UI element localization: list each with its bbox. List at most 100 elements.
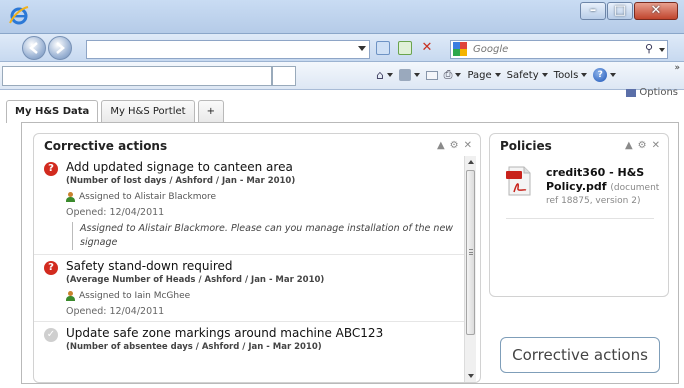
tools-menu[interactable]: Tools (554, 70, 588, 81)
safety-menu-label: Safety (506, 69, 539, 81)
more-commands-icon[interactable]: » (674, 63, 680, 73)
assigned-to-label: Assigned to Alistair Blackmore (79, 192, 217, 202)
portal-tabs: My H&S Data My H&S Portlet + (6, 100, 227, 123)
check-status-icon: ✓ (44, 328, 58, 342)
question-status-icon: ? (44, 261, 58, 275)
mail-icon (425, 70, 438, 80)
minimize-icon: – (589, 3, 597, 18)
chevron-down-icon (610, 73, 617, 77)
pdf-file-icon (506, 166, 531, 196)
address-dropdown-icon[interactable] (358, 46, 366, 51)
person-icon (66, 291, 75, 301)
tab-my-hs-data[interactable]: My H&S Data (6, 100, 99, 123)
opened-date: Opened: 12/04/2011 (66, 306, 165, 317)
internet-explorer-icon (9, 6, 29, 25)
address-actions: ✕ (376, 41, 434, 55)
assigned-to: Assigned to Iain McGhee (66, 291, 458, 301)
list-item[interactable]: ✓ Update safe zone markings around machi… (34, 322, 464, 357)
opened-date: Opened: 12/04/2011 (66, 207, 165, 218)
help-menu[interactable]: ? (593, 68, 617, 82)
page-menu-label: Page (467, 69, 492, 81)
maximize-button[interactable]: □ (607, 2, 633, 20)
google-icon (453, 42, 467, 56)
search-box[interactable]: ⚲ (450, 40, 668, 59)
browser-tab[interactable] (2, 66, 272, 86)
page-content: Options My H&S Data My H&S Portlet + Cor… (0, 87, 684, 388)
assigned-to-label: Assigned to Iain McGhee (79, 291, 191, 301)
minimize-button[interactable]: – (580, 2, 606, 20)
add-tab-button[interactable]: + (197, 100, 224, 122)
command-bar: ⌂ ⎙ Page Safety Tools ? » (0, 62, 684, 90)
person-icon (66, 192, 75, 202)
forward-arrow-icon (56, 42, 65, 54)
policies-panel: Policies ▲ ⚙ ✕ credit360 - H&S Policy.pd… (489, 133, 669, 297)
forward-button[interactable] (48, 36, 72, 60)
chevron-down-icon (455, 73, 462, 77)
chevron-down-icon (386, 73, 393, 77)
close-window-button[interactable]: ✕ (634, 2, 678, 20)
compatibility-view-icon[interactable] (376, 41, 390, 55)
scroll-down-icon[interactable] (468, 374, 474, 378)
tab-my-hs-portlet[interactable]: My H&S Portlet (101, 100, 195, 122)
search-options-dropdown-icon[interactable] (659, 48, 665, 52)
assigned-to: Assigned to Alistair Blackmore (66, 192, 458, 202)
collapse-icon[interactable]: ▲ (625, 140, 633, 152)
home-button[interactable]: ⌂ (376, 68, 393, 82)
safety-menu[interactable]: Safety (507, 70, 548, 81)
scroll-grip-icon (469, 249, 473, 255)
address-bar-row: ✕ ⚲ (0, 34, 684, 62)
scroll-up-icon[interactable] (468, 160, 474, 164)
action-title[interactable]: Add updated signage to canteen area (66, 160, 458, 175)
corrective-actions-list: ? Add updated signage to canteen area (N… (34, 156, 464, 382)
question-status-icon: ? (44, 162, 58, 176)
action-title[interactable]: Safety stand-down required (66, 259, 458, 274)
search-magnifier-icon[interactable]: ⚲ (645, 42, 653, 55)
tab-panel: Corrective actions ▲ ⚙ ✕ ? Add updated s… (21, 122, 679, 384)
chevron-down-icon (413, 73, 420, 77)
scrollbar-thumb[interactable] (466, 170, 475, 335)
policy-name[interactable]: credit360 - H&S Policy.pdf (document (546, 166, 660, 195)
divider (506, 218, 654, 219)
command-items: ⌂ ⎙ Page Safety Tools ? (376, 68, 617, 82)
options-link[interactable]: Options (626, 87, 678, 98)
maximize-icon: □ (613, 3, 627, 18)
printer-icon: ⎙ (443, 68, 453, 81)
chevron-down-icon (581, 73, 588, 77)
close-icon[interactable]: ✕ (464, 140, 472, 152)
close-icon[interactable]: ✕ (652, 140, 660, 152)
policy-reference: ref 18875, version 2) (546, 196, 641, 206)
new-tab-button[interactable] (272, 66, 296, 86)
window-titlebar: – □ ✕ (0, 0, 684, 34)
action-note: Assigned to Alistair Blackmore. Please c… (72, 222, 458, 250)
back-button[interactable] (22, 36, 46, 60)
list-item[interactable]: ? Add updated signage to canteen area (N… (34, 156, 464, 255)
action-subtitle: (Number of absentee days / Ashford / Jan… (66, 342, 322, 352)
refresh-icon[interactable] (398, 41, 412, 55)
stop-icon[interactable]: ✕ (420, 41, 434, 55)
home-icon: ⌂ (376, 68, 384, 82)
help-icon: ? (593, 68, 608, 82)
tools-menu-label: Tools (553, 69, 579, 81)
feeds-button[interactable] (398, 69, 420, 81)
collapse-icon[interactable]: ▲ (437, 140, 445, 152)
action-subtitle: (Number of lost days / Ashford / Jan - M… (66, 176, 296, 186)
window-controls: – □ ✕ (579, 2, 678, 20)
vertical-scrollbar[interactable] (464, 156, 476, 382)
corrective-actions-button[interactable]: Corrective actions (500, 337, 660, 373)
corrective-actions-panel: Corrective actions ▲ ⚙ ✕ ? Add updated s… (33, 133, 481, 383)
chevron-down-icon (494, 73, 501, 77)
print-button[interactable]: ⎙ (444, 68, 462, 82)
options-label: Options (639, 87, 678, 98)
search-input[interactable] (473, 42, 623, 57)
action-title[interactable]: Update safe zone markings around machine… (66, 326, 458, 341)
panel-controls: ▲ ⚙ ✕ (625, 140, 660, 152)
rss-icon (398, 69, 411, 81)
gear-icon[interactable]: ⚙ (450, 140, 459, 152)
gear-icon[interactable]: ⚙ (638, 140, 647, 152)
address-input[interactable] (86, 40, 370, 59)
page-menu[interactable]: Page (467, 69, 501, 81)
back-arrow-icon (29, 42, 38, 54)
mail-button[interactable] (425, 70, 438, 80)
list-item[interactable]: ? Safety stand-down required (Average Nu… (34, 255, 464, 322)
policy-text: credit360 - H&S Policy.pdf (document ref… (546, 166, 660, 207)
